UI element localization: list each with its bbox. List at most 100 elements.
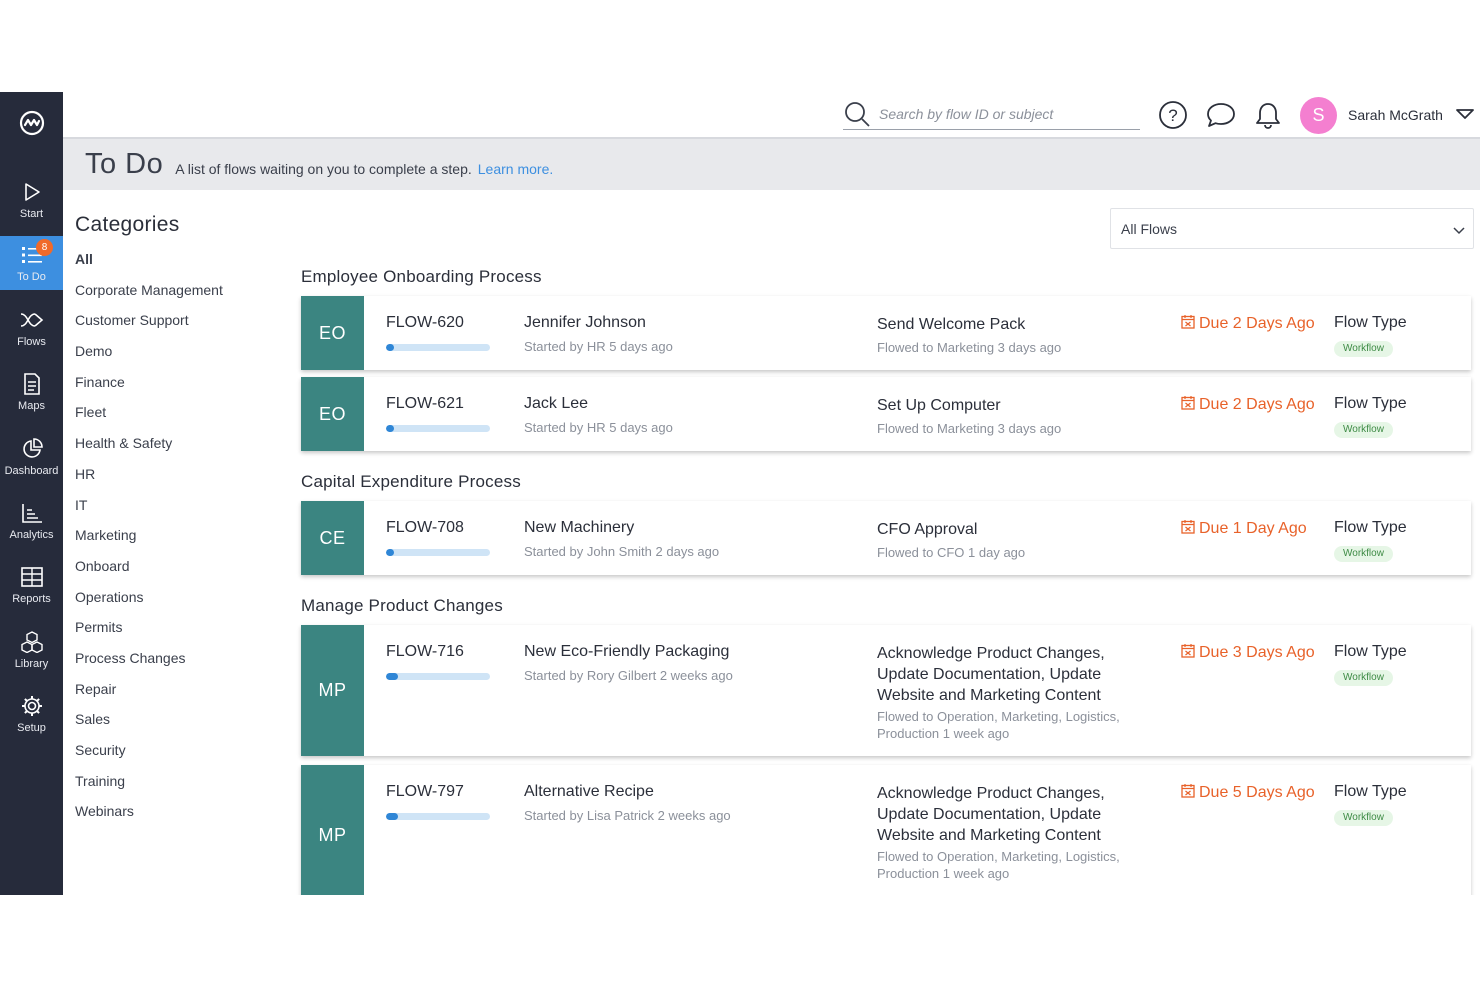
chat-icon[interactable] <box>1206 100 1236 130</box>
pie-chart-icon <box>20 437 44 461</box>
group-title: Employee Onboarding Process <box>301 267 542 286</box>
flow-type-label: Flow Type <box>1334 519 1407 536</box>
category-item[interactable]: IT <box>75 497 285 528</box>
due-status: Due 2 Days Ago <box>1181 314 1315 334</box>
category-item[interactable]: Security <box>75 742 285 773</box>
flow-filter-select[interactable]: All Flows <box>1110 208 1474 249</box>
category-item[interactable]: Customer Support <box>75 312 285 343</box>
flow-type-badge: Workflow <box>1334 810 1393 826</box>
todo-count-badge: 8 <box>36 239 53 256</box>
progress-bar <box>386 425 490 432</box>
category-item[interactable]: Repair <box>75 681 285 712</box>
started-by: Started by Lisa Patrick 2 weeks ago <box>524 808 731 823</box>
category-item[interactable]: Training <box>75 773 285 804</box>
sidebar-item-label: Flows <box>17 336 46 348</box>
flowed-to: Flowed to Marketing 3 days ago <box>877 421 1062 436</box>
category-item[interactable]: Process Changes <box>75 650 285 681</box>
calendar-icon <box>1181 395 1195 415</box>
flow-id: FLOW-797 <box>386 783 464 800</box>
table-icon <box>20 565 44 589</box>
due-label: Due 2 Days Ago <box>1199 396 1315 413</box>
sidebar: Start 8 To Do Flows Maps Dashboard Analy… <box>0 92 63 895</box>
sidebar-item-dashboard[interactable]: Dashboard <box>0 430 63 484</box>
sidebar-item-maps[interactable]: Maps <box>0 365 63 419</box>
calendar-icon <box>1181 783 1195 803</box>
progress-bar <box>386 549 490 556</box>
flow-type-badge: Workflow <box>1334 546 1393 562</box>
flow-card[interactable]: MP FLOW-716 New Eco-Friendly Packaging S… <box>301 625 1471 756</box>
learn-more-link[interactable]: Learn more. <box>478 161 553 177</box>
bell-icon[interactable] <box>1253 100 1283 130</box>
due-status: Due 2 Days Ago <box>1181 395 1315 415</box>
flow-type-label: Flow Type <box>1334 783 1407 800</box>
flow-id: FLOW-620 <box>386 314 464 331</box>
category-item[interactable]: Marketing <box>75 527 285 558</box>
group-title: Manage Product Changes <box>301 596 503 615</box>
flow-card[interactable]: CE FLOW-708 New Machinery Started by Joh… <box>301 501 1471 575</box>
categories-title: Categories <box>75 213 180 236</box>
group-title: Capital Expenditure Process <box>301 472 521 491</box>
flow-type-label: Flow Type <box>1334 314 1407 331</box>
flow-abbr-tile: MP <box>301 625 364 756</box>
sidebar-item-library[interactable]: Library <box>0 623 63 677</box>
top-bar: Search by flow ID or subject ? S Sarah M… <box>63 92 1480 139</box>
sidebar-item-label: Dashboard <box>4 465 59 477</box>
flow-card[interactable]: EO FLOW-621 Jack Lee Started by HR 5 day… <box>301 377 1471 451</box>
started-by: Started by HR 5 days ago <box>524 420 673 435</box>
flow-subject: New Eco-Friendly Packaging <box>524 643 730 660</box>
category-item[interactable]: Sales <box>75 711 285 742</box>
current-step: CFO Approval <box>877 521 978 538</box>
sidebar-item-label: Reports <box>12 593 51 605</box>
started-by: Started by John Smith 2 days ago <box>524 544 720 559</box>
flow-card[interactable]: EO FLOW-620 Jennifer Johnson Started by … <box>301 296 1471 370</box>
category-item[interactable]: Health & Safety <box>75 435 285 466</box>
calendar-icon <box>1181 643 1195 663</box>
flow-type-label: Flow Type <box>1334 395 1407 412</box>
category-item[interactable]: Onboard <box>75 558 285 589</box>
flow-abbr-tile: EO <box>301 377 364 451</box>
user-name[interactable]: Sarah McGrath <box>1348 107 1443 123</box>
flow-type-badge: Workflow <box>1334 422 1393 438</box>
sidebar-item-reports[interactable]: Reports <box>0 558 63 612</box>
sidebar-item-setup[interactable]: Setup <box>0 687 63 741</box>
category-item[interactable]: HR <box>75 466 285 497</box>
avatar[interactable]: S <box>1300 97 1337 134</box>
category-item-all[interactable]: All <box>75 251 285 282</box>
chevron-down-icon[interactable] <box>1456 107 1474 125</box>
sidebar-item-start[interactable]: Start <box>0 173 63 227</box>
category-item[interactable]: Permits <box>75 619 285 650</box>
due-label: Due 2 Days Ago <box>1199 315 1315 332</box>
category-item[interactable]: Fleet <box>75 404 285 435</box>
flow-subject: Jennifer Johnson <box>524 314 646 331</box>
category-item[interactable]: Corporate Management <box>75 282 285 313</box>
help-icon[interactable]: ? <box>1158 100 1188 130</box>
category-item[interactable]: Operations <box>75 589 285 620</box>
progress-bar <box>386 344 490 351</box>
sidebar-item-todo[interactable]: 8 To Do <box>0 236 63 290</box>
svg-text:?: ? <box>1168 106 1177 125</box>
sidebar-item-analytics[interactable]: Analytics <box>0 494 63 548</box>
sidebar-item-label: Setup <box>17 722 46 734</box>
flow-abbr-tile: MP <box>301 765 364 895</box>
category-item[interactable]: Webinars <box>75 803 285 834</box>
due-label: Due 1 Day Ago <box>1199 520 1307 537</box>
category-item[interactable]: Demo <box>75 343 285 374</box>
categories-panel: Categories All Corporate Management Cust… <box>75 213 285 834</box>
page-description: A list of flows waiting on you to comple… <box>175 160 472 177</box>
search-input[interactable]: Search by flow ID or subject <box>843 98 1140 130</box>
flow-id: FLOW-716 <box>386 643 464 660</box>
search-icon <box>845 101 870 127</box>
gear-icon <box>20 694 44 718</box>
progress-bar <box>386 813 490 820</box>
current-step: Set Up Computer <box>877 397 1001 414</box>
flow-card[interactable]: MP FLOW-797 Alternative Recipe Started b… <box>301 765 1471 895</box>
sidebar-item-flows[interactable]: Flows <box>0 301 63 355</box>
app-logo[interactable] <box>0 92 63 154</box>
flows-icon <box>20 308 44 332</box>
flow-abbr-tile: CE <box>301 501 364 575</box>
search-placeholder: Search by flow ID or subject <box>879 105 1054 122</box>
flow-id: FLOW-621 <box>386 395 464 412</box>
logo-icon <box>19 110 44 136</box>
category-item[interactable]: Finance <box>75 374 285 405</box>
page-header: To Do A list of flows waiting on you to … <box>63 139 1480 190</box>
